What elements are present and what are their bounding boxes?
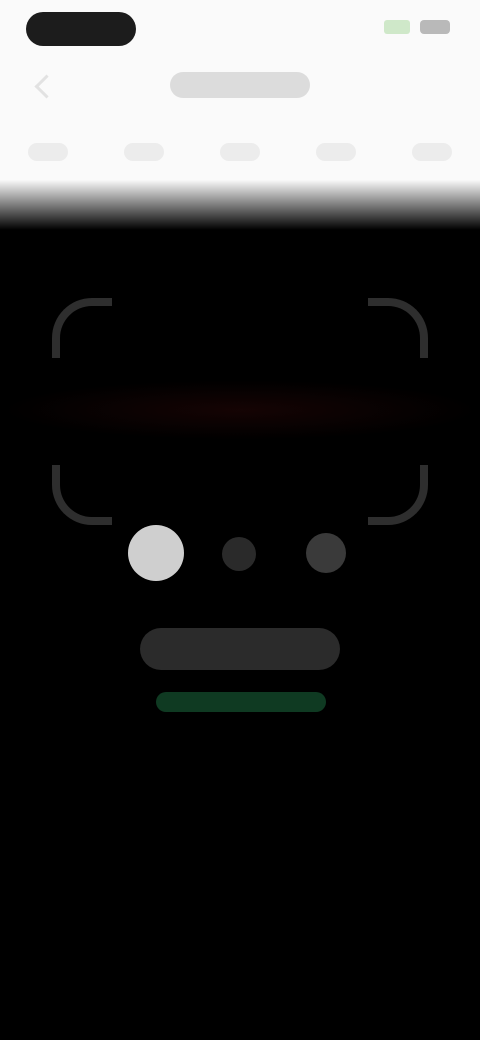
top-bar bbox=[0, 0, 480, 205]
scan-line-glow bbox=[0, 380, 480, 440]
page-title bbox=[170, 72, 310, 98]
header-divider bbox=[0, 180, 480, 230]
signal-icon bbox=[384, 20, 410, 34]
app-screen bbox=[0, 0, 480, 1040]
toolbar bbox=[0, 132, 480, 172]
status-time bbox=[26, 12, 136, 46]
battery-icon bbox=[420, 20, 450, 34]
scan-frame-bottom-right-corner bbox=[368, 465, 428, 525]
back-button[interactable] bbox=[30, 70, 62, 102]
scan-frame-top-right-corner bbox=[368, 298, 428, 358]
toolbar-item-5[interactable] bbox=[412, 143, 452, 161]
toolbar-item-1[interactable] bbox=[28, 143, 68, 161]
page-dot[interactable] bbox=[306, 533, 346, 573]
status-icons bbox=[384, 20, 450, 34]
page-dot-active[interactable] bbox=[128, 525, 184, 581]
scan-hint-text bbox=[140, 628, 340, 670]
back-chevron-icon bbox=[34, 73, 59, 99]
toolbar-item-2[interactable] bbox=[124, 143, 164, 161]
page-dot[interactable] bbox=[222, 537, 256, 571]
page-indicator bbox=[0, 525, 480, 581]
navigation-row bbox=[0, 64, 480, 108]
scan-frame-bottom-left-corner bbox=[52, 465, 112, 525]
scan-frame-top-left-corner bbox=[52, 298, 112, 358]
help-link[interactable] bbox=[156, 692, 326, 712]
toolbar-item-3[interactable] bbox=[220, 143, 260, 161]
scan-area bbox=[0, 230, 480, 750]
toolbar-item-4[interactable] bbox=[316, 143, 356, 161]
